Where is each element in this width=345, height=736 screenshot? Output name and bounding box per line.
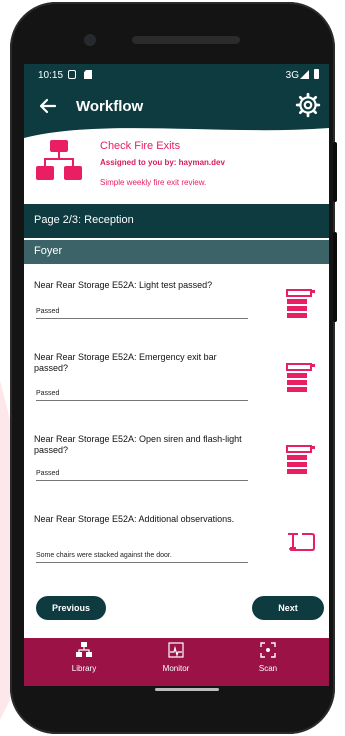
nav-label: Library [71, 664, 97, 673]
app-screen: 10:15 3G Workflow Check Fire Exits Assig… [24, 64, 329, 686]
form-description: Simple weekly fire exit review. [100, 178, 207, 187]
library-icon [76, 642, 92, 657]
org-chart-icon [36, 140, 82, 180]
answer-field[interactable]: Passed [36, 308, 59, 315]
volume-button [333, 232, 337, 322]
page-indicator-bar: Page 2/3: Reception [24, 204, 329, 238]
answer-underline [36, 562, 248, 563]
text-field-icon[interactable] [286, 526, 316, 558]
status-bar: 10:15 3G [24, 64, 329, 86]
settings-icon[interactable] [295, 92, 321, 118]
home-indicator[interactable] [155, 688, 219, 691]
section-header: Foyer [24, 240, 329, 264]
nav-scan[interactable]: Scan [228, 642, 308, 682]
battery-icon [314, 69, 319, 79]
answer-field[interactable]: Some chairs were stacked against the doo… [36, 552, 172, 559]
previous-button[interactable]: Previous [36, 596, 106, 620]
answer-underline [36, 318, 248, 319]
earpiece-speaker [132, 36, 240, 44]
dropdown-list-icon[interactable] [286, 362, 316, 394]
next-button[interactable]: Next [252, 596, 324, 620]
question-text: Near Rear Storage E52A: Open siren and f… [34, 434, 242, 455]
form-title: Check Fire Exits [100, 140, 181, 152]
assigned-by: Assigned to you by: hayman.dev [100, 158, 225, 167]
bottom-navigation: Library Monitor Scan [24, 638, 329, 686]
back-arrow-icon[interactable] [36, 94, 60, 118]
answer-underline [36, 480, 248, 481]
section-title: Foyer [34, 245, 63, 257]
phone-frame: 10:15 3G Workflow Check Fire Exits Assig… [10, 2, 337, 734]
question-text: Near Rear Storage E52A: Emergency exit b… [34, 352, 217, 373]
answer-field[interactable]: Passed [36, 390, 59, 397]
question-text: Near Rear Storage E52A: Light test passe… [34, 280, 213, 290]
nav-label: Scan [258, 664, 278, 673]
nav-library[interactable]: Library [44, 642, 124, 682]
status-time: 10:15 [38, 70, 64, 81]
question-text: Near Rear Storage E52A: Additional obser… [34, 514, 235, 524]
nav-monitor[interactable]: Monitor [136, 642, 216, 682]
power-button [333, 142, 337, 202]
page-indicator: Page 2/3: Reception [34, 214, 134, 226]
answer-field[interactable]: Passed [36, 470, 59, 477]
sim-icon [68, 70, 76, 79]
dropdown-list-icon[interactable] [286, 288, 316, 320]
signal-icon [300, 70, 309, 79]
front-camera [84, 34, 96, 46]
nav-label: Monitor [162, 664, 190, 673]
answer-underline [36, 400, 248, 401]
network-type: 3G [285, 70, 299, 81]
dropdown-list-icon[interactable] [286, 444, 316, 476]
page-title: Workflow [76, 98, 144, 115]
sd-card-icon [84, 70, 92, 79]
scan-icon [260, 642, 276, 658]
monitor-icon [168, 642, 184, 658]
